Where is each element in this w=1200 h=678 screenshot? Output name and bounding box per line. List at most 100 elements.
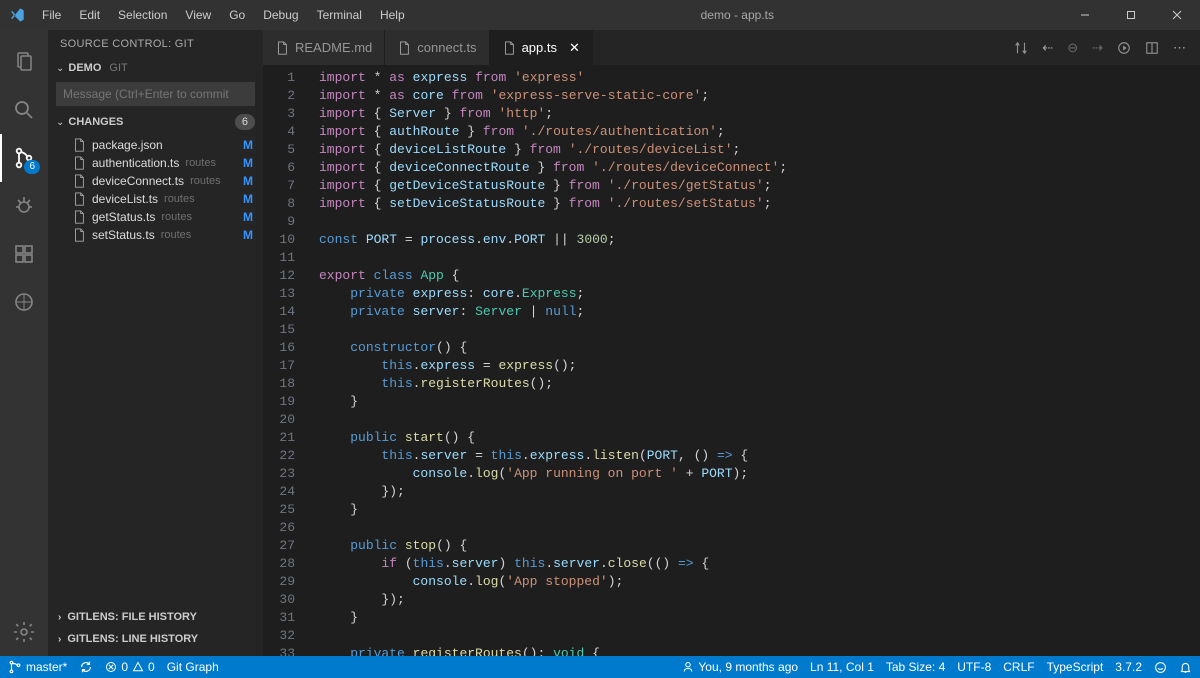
code-line[interactable]: }); xyxy=(311,591,1200,609)
code-line[interactable]: this.server = this.express.listen(PORT, … xyxy=(311,447,1200,465)
code-line[interactable]: console.log('App stopped'); xyxy=(311,573,1200,591)
code-line[interactable]: public stop() { xyxy=(311,537,1200,555)
code-line[interactable]: const PORT = process.env.PORT || 3000; xyxy=(311,231,1200,249)
minimize-button[interactable] xyxy=(1062,0,1108,30)
code-line[interactable] xyxy=(311,321,1200,339)
more-actions-icon[interactable]: ⋯ xyxy=(1173,40,1186,56)
menu-selection[interactable]: Selection xyxy=(110,4,175,26)
code-editor[interactable]: 1234567891011121314151617181920212223242… xyxy=(263,65,1200,656)
menu-terminal[interactable]: Terminal xyxy=(309,4,370,26)
code-line[interactable]: import * as express from 'express' xyxy=(311,69,1200,87)
vscode-logo-icon xyxy=(0,7,34,23)
code-line[interactable] xyxy=(311,519,1200,537)
commit-message-input[interactable] xyxy=(56,82,255,106)
code-line[interactable]: import { Server } from 'http'; xyxy=(311,105,1200,123)
menu-debug[interactable]: Debug xyxy=(255,4,306,26)
code-line[interactable]: public start() { xyxy=(311,429,1200,447)
code-line[interactable]: import { getDeviceStatusRoute } from './… xyxy=(311,177,1200,195)
changed-file[interactable]: deviceList.ts routesM xyxy=(48,190,263,208)
code-line[interactable]: import { setDeviceStatusRoute } from './… xyxy=(311,195,1200,213)
code-line[interactable]: import { deviceConnectRoute } from './ro… xyxy=(311,159,1200,177)
code-line[interactable] xyxy=(311,411,1200,429)
repo-header[interactable]: ⌄ DEMO GIT xyxy=(48,58,263,78)
go-forward-icon[interactable]: ⇢ xyxy=(1092,40,1103,56)
changes-count-badge: 6 xyxy=(235,114,255,130)
changed-file[interactable]: authentication.ts routesM xyxy=(48,154,263,172)
source-control-icon[interactable]: 6 xyxy=(0,134,48,182)
status-cursor-pos[interactable]: Ln 11, Col 1 xyxy=(810,660,874,674)
code-line[interactable]: export class App { xyxy=(311,267,1200,285)
code-line[interactable]: console.log('App running on port ' + POR… xyxy=(311,465,1200,483)
code-line[interactable]: } xyxy=(311,501,1200,519)
go-back-icon[interactable]: ⇠ xyxy=(1042,40,1053,56)
tab-app-ts[interactable]: app.ts✕ xyxy=(490,30,593,65)
close-tab-icon[interactable]: ✕ xyxy=(569,40,580,56)
code-line[interactable]: }); xyxy=(311,483,1200,501)
tab-connect-ts[interactable]: connect.ts xyxy=(385,30,489,65)
file-name: setStatus.ts xyxy=(92,228,155,242)
code-line[interactable]: import { authRoute } from './routes/auth… xyxy=(311,123,1200,141)
code-line[interactable]: constructor() { xyxy=(311,339,1200,357)
editor-group: README.md connect.tsapp.ts✕ ⇠ ⊖ ⇢ ⋯ 12345… xyxy=(263,30,1200,656)
status-encoding[interactable]: UTF-8 xyxy=(957,660,991,674)
code-line[interactable]: private server: Server | null; xyxy=(311,303,1200,321)
status-tab-size[interactable]: Tab Size: 4 xyxy=(886,660,945,674)
menu-file[interactable]: File xyxy=(34,4,69,26)
code-line[interactable]: if (this.server) this.server.close(() =>… xyxy=(311,555,1200,573)
gitlens-line-history[interactable]: ›GITLENS: LINE HISTORY xyxy=(48,628,263,650)
file-status: M xyxy=(243,210,253,224)
menu-help[interactable]: Help xyxy=(372,4,413,26)
run-icon[interactable] xyxy=(1117,41,1131,55)
code-line[interactable] xyxy=(311,249,1200,267)
file-icon xyxy=(275,41,289,55)
changed-file[interactable]: setStatus.ts routesM xyxy=(48,226,263,244)
maximize-button[interactable] xyxy=(1108,0,1154,30)
split-editor-icon[interactable] xyxy=(1145,41,1159,55)
code-line[interactable]: this.express = express(); xyxy=(311,357,1200,375)
menu-edit[interactable]: Edit xyxy=(71,4,108,26)
changed-file[interactable]: deviceConnect.ts routesM xyxy=(48,172,263,190)
debug-icon[interactable] xyxy=(0,182,48,230)
code-line[interactable]: } xyxy=(311,393,1200,411)
liveshare-icon[interactable] xyxy=(0,278,48,326)
chevron-right-icon: › xyxy=(58,612,61,623)
status-ts-version[interactable]: 3.7.2 xyxy=(1115,660,1142,674)
changes-list: package.jsonMauthentication.ts routesMde… xyxy=(48,134,263,246)
code-line[interactable]: this.registerRoutes(); xyxy=(311,375,1200,393)
compare-changes-icon[interactable] xyxy=(1014,41,1028,55)
tab-readme-md[interactable]: README.md xyxy=(263,30,385,65)
code-line[interactable]: import { deviceListRoute } from './route… xyxy=(311,141,1200,159)
code-line[interactable] xyxy=(311,213,1200,231)
explorer-icon[interactable] xyxy=(0,38,48,86)
code-line[interactable]: import * as core from 'express-serve-sta… xyxy=(311,87,1200,105)
status-sync[interactable] xyxy=(79,660,93,674)
extensions-icon[interactable] xyxy=(0,230,48,278)
changed-file[interactable]: getStatus.ts routesM xyxy=(48,208,263,226)
code-line[interactable]: } xyxy=(311,609,1200,627)
gitlens-file-history[interactable]: ›GITLENS: FILE HISTORY xyxy=(48,606,263,628)
nav-dot-icon[interactable]: ⊖ xyxy=(1067,40,1078,56)
menu-view[interactable]: View xyxy=(177,4,219,26)
status-feedback-icon[interactable] xyxy=(1154,661,1167,674)
code-line[interactable] xyxy=(311,627,1200,645)
status-branch[interactable]: master* xyxy=(8,660,67,674)
status-language[interactable]: TypeScript xyxy=(1047,660,1104,674)
settings-gear-icon[interactable] xyxy=(0,608,48,656)
code-line[interactable]: private registerRoutes(): void { xyxy=(311,645,1200,656)
status-problems[interactable]: 0 0 xyxy=(105,660,154,674)
menu-go[interactable]: Go xyxy=(221,4,253,26)
code-content[interactable]: import * as express from 'express'import… xyxy=(311,65,1200,656)
changed-file[interactable]: package.jsonM xyxy=(48,136,263,154)
status-blame[interactable]: You, 9 months ago xyxy=(682,660,798,674)
changes-header[interactable]: ⌄ CHANGES 6 xyxy=(48,110,263,134)
file-icon xyxy=(72,174,86,188)
search-icon[interactable] xyxy=(0,86,48,134)
chevron-down-icon: ⌄ xyxy=(56,63,64,74)
status-bell-icon[interactable] xyxy=(1179,661,1192,674)
tab-label: README.md xyxy=(295,40,372,55)
status-bar: master* 0 0 Git Graph You, 9 months ago … xyxy=(0,656,1200,678)
code-line[interactable]: private express: core.Express; xyxy=(311,285,1200,303)
status-eol[interactable]: CRLF xyxy=(1003,660,1034,674)
close-window-button[interactable] xyxy=(1154,0,1200,30)
status-gitgraph[interactable]: Git Graph xyxy=(167,660,219,674)
